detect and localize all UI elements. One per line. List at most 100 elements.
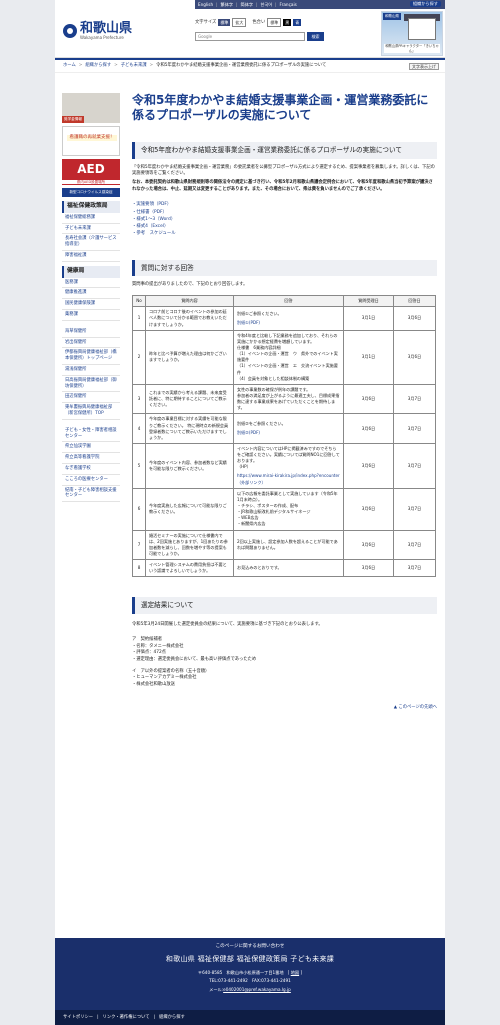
sidebar-item[interactable]: 田辺保健所 (62, 392, 120, 404)
print-button[interactable]: 文字表示上げ (409, 63, 439, 71)
lang-english[interactable]: English (195, 2, 216, 8)
section-heading-qa: 質問に対する回答 (132, 259, 437, 277)
qa-question: 婚活セミナーの実施について仕様書内では、2回実施とありますが、1回あたりの参加者… (145, 529, 234, 561)
qa-answer-link[interactable]: 別紙②(PDF) (237, 430, 340, 436)
scholarship-banner-caption: 奨学金情報 (62, 116, 84, 123)
breadcrumb: ホーム > 組織から探す > 子ども未来課 > 令和5年度わかやま結婚支援事業企画・運… (55, 60, 445, 73)
qa-no: 5 (132, 442, 146, 489)
footer-map-link[interactable]: 地図 (291, 970, 299, 975)
link-guidelines-pdf[interactable]: ・実施要領（PDF） (132, 202, 171, 207)
qa-answer-date: 3月7日 (393, 559, 436, 578)
qa-answer-date: 3月6日 (393, 306, 436, 331)
qa-answer-text: 女性の事業数の確保が例年の課題です。 参加者の満足度が上がるように最適工夫し、目… (237, 386, 340, 411)
mascot-tag: 和歌山県 (383, 13, 401, 20)
qa-answer: 2回以上実施し、設定参加人数を超えることが可能であれば問題ありません。 (233, 529, 344, 561)
sidebar-item[interactable]: 子ども未来課 (62, 224, 120, 235)
accessibility-controls: 文字サイズ 標準 拡大 色合い 標準 黒 青 (195, 18, 302, 28)
sidebar-item[interactable]: 医務課 (62, 278, 120, 289)
scholarship-banner[interactable]: 奨学金情報 (62, 93, 120, 123)
qa-answer-link[interactable]: https://www.mirai-kirakira.jp/index.php?… (237, 473, 340, 485)
lang-traditional-chinese[interactable]: 繁体字 (218, 2, 237, 8)
link-schedule[interactable]: ・参考 スケジュール (132, 231, 176, 236)
breadcrumb-home[interactable]: ホーム (63, 63, 76, 69)
qa-no: 6 (132, 487, 146, 531)
font-standard-button[interactable]: 標準 (218, 19, 231, 27)
qa-answer: 以下の広報を委託事業として実施しています（令和5年1月末時点）。 ・チラシ、ポス… (233, 487, 344, 531)
sidebar-item[interactable]: 海草保健所 (62, 327, 120, 338)
sidebar-item[interactable]: 湯浅保健所 (62, 365, 120, 376)
qa-question: これまでの実績から考える課題、未来度受託者に、特に期待することについてご教示くだ… (145, 383, 234, 415)
link-specification-pdf[interactable]: ・仕様書（PDF） (132, 210, 167, 215)
sidebar-section-health: 健康局 (62, 265, 120, 278)
bottom-link-copyright[interactable]: リンク・著作権について (101, 1015, 152, 1021)
document-links: ・実施要領（PDF） ・仕様書（PDF） ・様式1～3（Word） ・様式4（E… (132, 201, 437, 237)
search-input[interactable]: Google (195, 32, 305, 41)
qa-row: 2 昨年と比べ予算が増えた理由は何かございますでしょうか。 令和4年度と比較し下記業… (132, 329, 436, 385)
sidebar-item[interactable]: なぎ看護学校 (62, 464, 120, 475)
qa-row: 7 婚活セミナーの実施について仕様書内では、2回実施とありますが、1回あたりの参加… (132, 529, 436, 561)
to-top-link[interactable]: ▲ このページの先頭へ (132, 705, 437, 711)
qa-answer-date: 3月7日 (393, 529, 436, 561)
lang-korean[interactable]: 한국어 (258, 2, 276, 8)
qa-answer-text: 以下の広報を委託事業として実施しています（令和5年1月末時点）。 ・チラシ、ポス… (237, 490, 338, 527)
sidebar-item[interactable]: こころの医療センター (62, 475, 120, 486)
sidebar-item[interactable]: 県立高等看護学院 (62, 453, 120, 464)
result-line: ・株式会社和歌山放送 (132, 681, 175, 687)
col-question: 質問内容 (145, 295, 234, 308)
qa-no: 2 (132, 329, 146, 385)
qa-answer: 令和4年度と比較し下記業務を追加しており、それらの実施にかかる想定経費を増額して… (233, 329, 344, 385)
sidebar: 奨学金情報 看護職の再就業支援！ AED 県内AED設置場所 新型コロナウイルス… (62, 93, 120, 503)
bottom-link-policy[interactable]: サイトポリシー (61, 1015, 95, 1021)
to-top-label: このページの先頭へ (398, 704, 437, 710)
nurse-banner-text: 看護職の再就業支援！ (67, 135, 117, 142)
sidebar-item[interactable]: 健康推進課 (62, 288, 120, 300)
sidebar-item[interactable]: 日高振興局健康福祉部（御坊保健所） (62, 376, 120, 393)
qa-answer-date: 3月6日 (393, 329, 436, 385)
breadcrumb-current: 令和5年度わかやま結婚支援事業企画・運営業務委託に係るプロポーザルの実施について (156, 63, 327, 69)
result-line: ・評価点：472点 (132, 650, 166, 656)
link-form4-excel[interactable]: ・様式4（Excel） (132, 224, 168, 229)
bottom-link-org[interactable]: 組織から探す (157, 1015, 187, 1021)
qa-answer: お見込みのとおりです。 (233, 559, 344, 578)
covid-banner[interactable]: 新型コロナウイルス感染症 (62, 188, 120, 197)
qa-intro: 質問事の提出がありましたので、下記のとおり回答します。 (132, 282, 248, 288)
header: 和歌山県 Wakayama Prefecture English | 繁体字 | 简… (55, 0, 445, 58)
qa-answer: 女性の事業数の確保が例年の課題です。 参加者の満足度が上がるように最適工夫し、目… (233, 383, 344, 415)
qa-table: No 質問内容 回答 質問受理日 回答日 1 コロナ前とコロナ後のイベントの参加の… (132, 295, 436, 578)
qa-answer-link[interactable]: 別紙①(PDF) (237, 320, 340, 326)
sidebar-item[interactable]: 東牟婁振興局健康福祉部（新宮保健所）TOP (62, 403, 120, 420)
breadcrumb-division[interactable]: 子ども未来課 (121, 63, 147, 69)
org-search-button[interactable]: 組織から探す (409, 1, 441, 7)
sidebar-item[interactable]: 薬務課 (62, 310, 120, 321)
qa-row: 4 今年度の事業目標に対する実績を可能な限りご教示ください。 特に現時点の新規会員… (132, 413, 436, 444)
sidebar-item[interactable]: 長寿社会課（介護サービス指導室） (62, 234, 120, 251)
link-forms-word[interactable]: ・様式1～3（Word） (132, 217, 175, 222)
aed-banner-text: AED (77, 162, 105, 176)
breadcrumb-org[interactable]: 組織から探す (85, 63, 111, 69)
sidebar-item[interactable]: 子ども・女性・障害者相談センター (62, 426, 120, 443)
color-black-button[interactable]: 黒 (283, 19, 292, 27)
qa-received-date: 3月1日 (343, 329, 394, 385)
sidebar-item[interactable]: 県立仙渓学園 (62, 442, 120, 454)
prefecture-emblem-icon (63, 24, 77, 39)
site-logo[interactable]: 和歌山県 Wakayama Prefecture (63, 22, 132, 40)
sidebar-item[interactable]: 国民健康保険課 (62, 299, 120, 310)
color-standard-button[interactable]: 標準 (267, 18, 282, 28)
qa-no: 4 (132, 413, 146, 444)
aed-banner[interactable]: AED 県内AED設置場所 (62, 159, 120, 185)
footer-mail-link[interactable]: e0402001@pref.wakayama.lg.jp (223, 987, 291, 992)
nurse-banner[interactable]: 看護職の再就業支援！ (62, 126, 120, 156)
qa-question: コロナ前とコロナ後のイベントの参加の延べ人数について分かる範囲でお教えいただけま… (145, 306, 234, 331)
search-button[interactable]: 検索 (307, 32, 324, 41)
mascot-banner[interactable]: 和歌山県 和歌山県PRキャラクター「きいちゃん」 (381, 11, 443, 56)
sidebar-item[interactable]: 紀南・子ども障害相談支援センター (62, 486, 120, 503)
sidebar-section-welfare: 福祉保健政策局 (62, 201, 120, 213)
sidebar-item[interactable]: 障害福祉課 (62, 251, 120, 262)
sidebar-item[interactable]: 福祉保健総務課 (62, 213, 120, 224)
color-blue-button[interactable]: 青 (293, 19, 302, 27)
sidebar-item[interactable]: 岩出保健所 (62, 338, 120, 349)
font-large-button[interactable]: 拡大 (232, 18, 247, 28)
lang-french[interactable]: Français (277, 2, 300, 8)
lang-simplified-chinese[interactable]: 简体字 (238, 2, 257, 8)
sidebar-item[interactable]: 伊都振興局健康福祉部（橋本保健所）トップページ (62, 348, 120, 365)
